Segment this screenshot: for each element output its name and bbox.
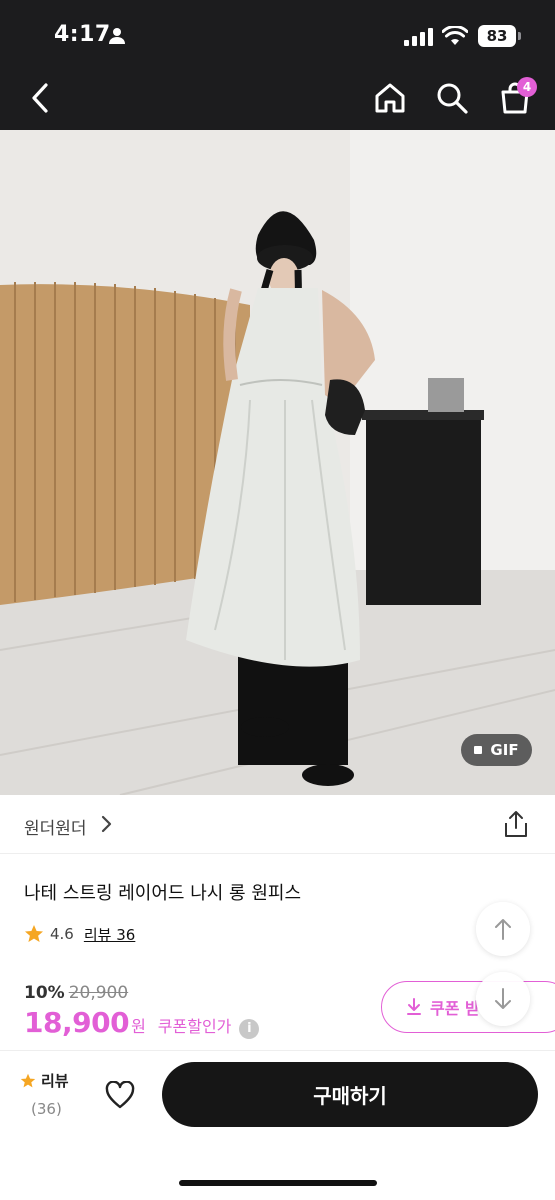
brand-name-link[interactable]: 원더원더 [24,814,87,839]
stop-icon [474,746,483,754]
scroll-top-button[interactable] [476,902,530,956]
download-icon [407,998,421,1015]
rating-score: 4.6 [50,925,74,943]
back-icon [32,83,48,113]
share-button[interactable] [498,806,534,842]
review-link[interactable]: 리뷰 36 [84,924,135,945]
cart-count-badge: 4 [517,77,537,97]
original-price: 20,900 [68,983,129,1003]
wifi-icon [442,26,468,45]
brand-row: 원더원더 [0,796,555,854]
coupon-button-label: 쿠폰 받 [430,999,480,1018]
gif-badge[interactable]: GIF [461,734,532,766]
signal-icon [404,28,433,46]
search-icon [437,83,468,114]
share-icon [505,811,527,837]
coupon-price-label: 쿠폰할인가 [157,1017,232,1036]
price-unit: 원 [131,1017,146,1036]
home-button[interactable] [368,76,412,120]
bottom-review-label: 리뷰 [41,1072,69,1090]
back-button[interactable] [18,76,62,120]
product-image[interactable] [0,130,555,795]
scroll-bottom-button[interactable] [476,972,530,1026]
home-indicator [179,1180,377,1186]
heart-icon [105,1081,135,1109]
price-row: 18,900 원 쿠폰할인가 i [24,1006,260,1039]
battery-indicator: 83 [478,25,516,47]
gif-label: GIF [490,741,519,759]
chevron-right-icon[interactable] [100,815,112,833]
price-discount-row: 10% 20,900 [24,983,128,1003]
wishlist-button[interactable] [100,1075,140,1115]
product-title: 나테 스트링 레이어드 나시 롱 원피스 [24,883,302,904]
bottom-review-button[interactable]: 리뷰 [20,1070,69,1091]
star-icon [20,1073,36,1087]
home-icon [375,83,405,113]
arrow-down-icon [495,988,511,1009]
buy-button[interactable]: 구매하기 [162,1062,538,1127]
person-icon [109,28,125,44]
search-button[interactable] [430,76,474,120]
coupon-download-button[interactable]: 쿠폰 받 [381,981,555,1033]
product-photo [0,130,555,795]
bottom-review-count: (36) [31,1100,62,1118]
battery-tip [518,32,521,40]
discount-rate: 10% [24,983,65,1003]
star-icon [25,925,43,942]
rating-row: 4.6 리뷰 36 [24,922,135,946]
arrow-up-icon [495,919,511,940]
status-time: 4:17 [54,22,111,47]
sale-price: 18,900 [24,1006,130,1039]
info-icon[interactable]: i [239,1019,260,1039]
